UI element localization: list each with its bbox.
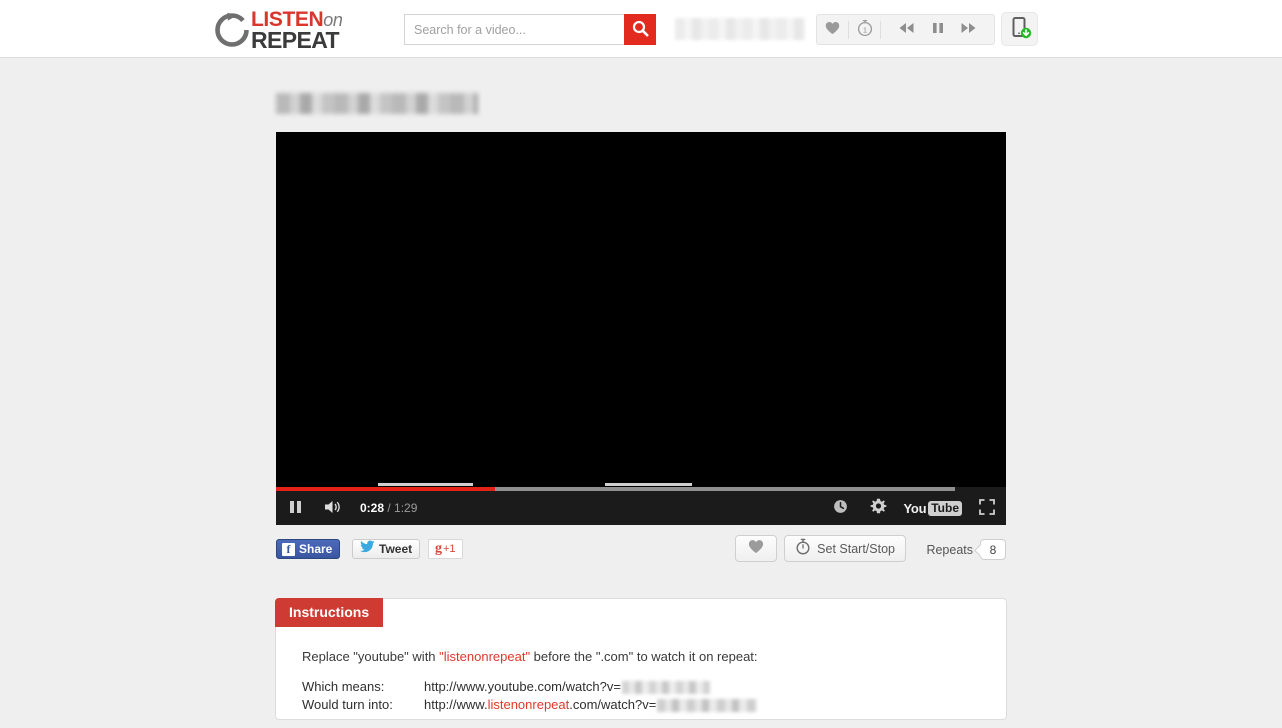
tweet-label: Tweet bbox=[379, 542, 413, 556]
player-time-display: 0:28 / 1:29 bbox=[360, 501, 417, 515]
volume-icon bbox=[323, 499, 343, 518]
fullscreen-icon bbox=[979, 498, 995, 518]
header-player-controls: 1 bbox=[816, 14, 995, 45]
video-id-redacted bbox=[657, 698, 758, 712]
facebook-share-button[interactable]: f Share bbox=[276, 539, 341, 559]
search-input[interactable] bbox=[404, 14, 624, 45]
pause-icon bbox=[932, 22, 944, 37]
repeats-control: Repeats 8 bbox=[926, 539, 1006, 560]
progress-chapter-markers bbox=[276, 483, 1006, 486]
current-time: 0:28 bbox=[360, 501, 385, 515]
row-label-which-means: Which means: bbox=[302, 679, 385, 694]
google-plus-one-label: +1 bbox=[443, 543, 456, 555]
facebook-icon: f bbox=[282, 542, 295, 556]
video-title-redacted bbox=[276, 93, 478, 114]
lead-part-one: Replace "youtube" with bbox=[302, 649, 440, 664]
set-start-stop-button[interactable]: Set Start/Stop bbox=[784, 535, 906, 562]
player-settings-button[interactable] bbox=[860, 491, 898, 525]
facebook-share-label: Share bbox=[299, 542, 333, 556]
video-id-redacted bbox=[621, 680, 710, 694]
instructions-rows: Which means: http://www.youtube.com/watc… bbox=[302, 678, 980, 714]
repeat-circle-icon bbox=[213, 11, 251, 49]
lead-highlight: "listenonrepeat" bbox=[439, 649, 531, 664]
youtube-logo[interactable]: You Tube bbox=[898, 491, 968, 525]
search-button[interactable] bbox=[624, 14, 656, 45]
lor-url-suffix: .com/watch?v= bbox=[569, 697, 657, 712]
heart-icon bbox=[825, 21, 840, 38]
instructions-panel: Instructions Replace "youtube" with "lis… bbox=[275, 598, 1007, 720]
youtube-url-text: http://www.youtube.com/watch?v= bbox=[424, 679, 621, 694]
player-volume-button[interactable] bbox=[314, 491, 352, 525]
rewind-icon bbox=[898, 22, 915, 37]
search-icon bbox=[632, 20, 649, 40]
time-separator: / bbox=[384, 501, 395, 515]
site-header: LISTENon REPEAT Search for a video... 1 bbox=[0, 0, 1282, 58]
twitter-tweet-button[interactable]: Tweet bbox=[352, 539, 421, 559]
instructions-body: Replace "youtube" with "listenonrepeat" … bbox=[276, 641, 1006, 714]
header-previous-button[interactable] bbox=[891, 15, 922, 44]
total-time: 1:29 bbox=[394, 501, 418, 515]
pause-icon bbox=[289, 500, 302, 517]
google-plus-one-button[interactable]: g +1 bbox=[428, 539, 463, 559]
row-label-would-turn-into: Would turn into: bbox=[302, 697, 393, 712]
mobile-app-button[interactable] bbox=[1001, 12, 1038, 46]
header-favorite-button[interactable] bbox=[817, 15, 848, 44]
fast-forward-icon bbox=[960, 22, 977, 37]
svg-text:1: 1 bbox=[862, 25, 866, 34]
watch-later-button[interactable] bbox=[822, 491, 860, 525]
lead-part-two: before the ".com" to watch it on repeat: bbox=[530, 649, 758, 664]
video-stage[interactable] bbox=[276, 132, 1006, 486]
mobile-download-icon bbox=[1008, 15, 1032, 44]
stopwatch-icon bbox=[795, 538, 811, 560]
video-player[interactable]: 0:28 / 1:29 You Tube bbox=[276, 132, 1006, 525]
youtube-you-text: You bbox=[903, 500, 927, 516]
clock-icon bbox=[833, 499, 848, 517]
lor-url-prefix: http://www. bbox=[424, 697, 488, 712]
set-start-stop-label: Set Start/Stop bbox=[817, 541, 895, 556]
search-bar bbox=[404, 14, 656, 45]
repeats-count-badge[interactable]: 8 bbox=[980, 539, 1006, 560]
youtube-tube-text: Tube bbox=[928, 500, 962, 516]
repeat-timer-icon: 1 bbox=[856, 19, 874, 40]
lor-url-highlight: listenonrepeat bbox=[487, 697, 570, 712]
instructions-lead: Replace "youtube" with "listenonrepeat" … bbox=[302, 649, 980, 664]
logo-repeat-text: REPEAT bbox=[251, 27, 340, 53]
favorite-button[interactable] bbox=[735, 535, 777, 562]
header-next-button[interactable] bbox=[953, 15, 984, 44]
row-url-listenonrepeat: http://www. listenonrepeat .com/watch?v= bbox=[424, 696, 758, 714]
instructions-row-original: Which means: http://www.youtube.com/watc… bbox=[302, 678, 980, 696]
player-pause-button[interactable] bbox=[276, 491, 314, 525]
action-row: f Share Tweet g +1 Set Start/Stop Repeat… bbox=[276, 535, 1006, 569]
google-g-icon: g bbox=[435, 541, 442, 556]
twitter-bird-icon bbox=[360, 540, 375, 558]
control-divider bbox=[880, 20, 881, 39]
repeats-label: Repeats bbox=[926, 542, 973, 557]
fullscreen-button[interactable] bbox=[968, 491, 1006, 525]
row-url-youtube: http://www.youtube.com/watch?v= bbox=[424, 678, 710, 696]
instructions-row-converted: Would turn into: http://www. listenonrepe… bbox=[302, 696, 980, 714]
now-playing-redacted-text bbox=[675, 18, 805, 40]
instructions-title: Instructions bbox=[275, 598, 384, 627]
heart-icon bbox=[748, 539, 764, 559]
page-content: 0:28 / 1:29 You Tube f Share Tweet g +1 … bbox=[0, 58, 1282, 728]
site-logo[interactable]: LISTENon REPEAT bbox=[213, 9, 375, 53]
header-pause-button[interactable] bbox=[922, 15, 953, 44]
gear-icon bbox=[870, 498, 887, 518]
player-control-bar: 0:28 / 1:29 You Tube bbox=[276, 491, 1006, 525]
header-repeat-count-button[interactable]: 1 bbox=[849, 15, 880, 44]
